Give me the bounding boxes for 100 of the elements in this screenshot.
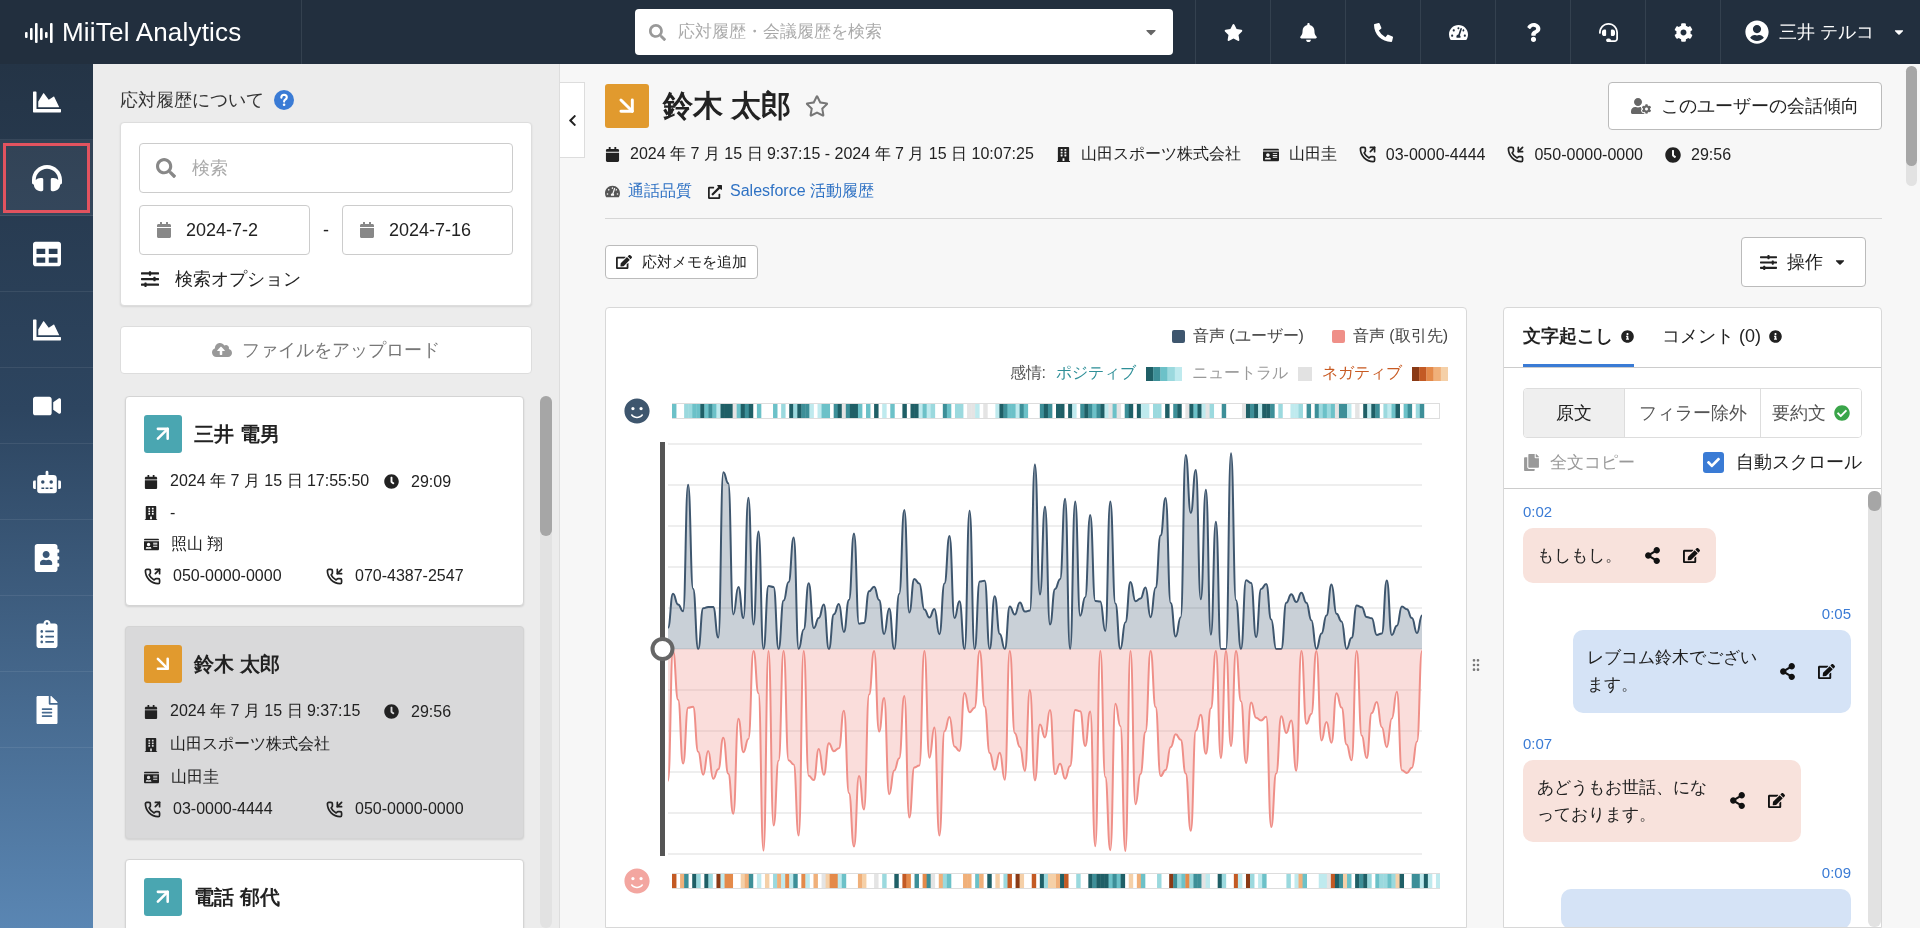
end-date-field[interactable]: 2024-7-16	[342, 205, 513, 255]
message-text: レブコム鈴木でございます。	[1587, 647, 1757, 697]
edit-button[interactable]	[1683, 547, 1700, 565]
share-icon	[1729, 792, 1746, 810]
call-datetime: 2024 年 7 月 15 日 9:37:15	[170, 701, 361, 721]
edit-icon	[616, 254, 632, 270]
call-duration: 29:56	[1691, 145, 1732, 164]
phone-incoming-icon	[1507, 146, 1525, 163]
date-separator: -	[323, 219, 329, 241]
clock-icon	[384, 474, 399, 489]
edit-icon	[1768, 792, 1785, 810]
call-card[interactable]: 電話 郁代	[125, 859, 524, 928]
favorite-star-icon[interactable]	[805, 94, 830, 118]
logo-icon	[24, 20, 54, 44]
edit-button[interactable]	[1768, 792, 1785, 810]
share-icon	[1779, 662, 1796, 680]
external-link[interactable]: Salesforce 活動履歴	[708, 181, 875, 202]
start-date-field[interactable]: 2024-7-2	[139, 205, 310, 255]
call-card[interactable]: 鈴木 太郎 2024 年 7 月 15 日 9:37:15 29:56 山田スポーツ株式会社 山田圭 03-0000-4444 050-0000-0000	[125, 626, 524, 839]
id-card-icon	[144, 770, 159, 785]
panel-title: 応対履歴について	[120, 89, 264, 112]
mode-tab[interactable]: 原文	[1524, 389, 1624, 437]
user-icon	[1631, 96, 1651, 116]
calendar-icon	[605, 147, 620, 162]
sentiment-legend-label: ポジティブ	[1056, 363, 1136, 383]
share-button[interactable]	[1644, 547, 1661, 565]
sentiment-legend-label: ニュートラル	[1192, 363, 1288, 383]
add-memo-button[interactable]: 応対メモを追加	[605, 245, 758, 279]
edit-button[interactable]	[1818, 662, 1835, 680]
search-icon	[156, 158, 176, 178]
user-menu[interactable]: 三井 テルコ	[1720, 0, 1920, 64]
phone-incoming-icon	[326, 567, 343, 585]
caller-name: 鈴木 太郎	[194, 651, 280, 677]
phone-number: 050-0000-0000	[173, 567, 282, 585]
avatar-icon	[1745, 20, 1769, 44]
scrollbar[interactable]	[540, 396, 552, 928]
gauge-icon	[1448, 22, 1468, 42]
star-icon	[1223, 22, 1243, 42]
history-search-field[interactable]: 検索	[139, 143, 513, 193]
transcript-tab[interactable]: 文字起こし	[1523, 308, 1634, 367]
call-duration: 29:09	[411, 472, 452, 491]
message-time[interactable]: 0:02	[1523, 503, 1553, 520]
scrollbar[interactable]	[1906, 66, 1917, 186]
auto-scroll-checkbox[interactable]	[1703, 451, 1724, 473]
call-duration: 29:56	[411, 702, 452, 721]
phone-number: 03-0000-4444	[1385, 145, 1486, 164]
settings-icon	[1673, 22, 1693, 42]
call-card[interactable]: 三井 電男 2024 年 7 月 15 日 17:55:50 29:09 - 照山 翔 050-0000-0000 070-4387-2547	[125, 396, 524, 606]
phone-outgoing-icon	[144, 800, 161, 818]
search-options-button[interactable]: 検索オプション	[139, 267, 513, 291]
share-button[interactable]	[1779, 662, 1796, 680]
search-input[interactable]: 応対履歴・会議履歴を検索	[676, 21, 1133, 43]
quality-link[interactable]: 通話品質	[605, 181, 692, 202]
conversation-trend-button[interactable]: このユーザーの会話傾向	[1608, 82, 1882, 130]
calendar-icon	[156, 222, 172, 238]
smile-icon	[624, 868, 650, 894]
cloud-upload-icon	[212, 340, 232, 360]
phone-number: 070-4387-2547	[355, 567, 464, 585]
building-icon	[144, 737, 158, 752]
share-icon	[1644, 547, 1661, 565]
legend-label: 音声 (ユーザー)	[1192, 326, 1304, 346]
sliders-icon	[141, 270, 159, 288]
caller-name: 電話 郁代	[194, 884, 280, 910]
mode-tab[interactable]: 要約文	[1760, 389, 1861, 437]
info-icon	[1769, 329, 1782, 343]
transcript-tab[interactable]: コメント (0)	[1662, 308, 1782, 367]
positive-scale-icon	[1146, 366, 1182, 381]
call-direction-icon	[144, 878, 182, 916]
phone-icon	[1373, 22, 1393, 42]
neutral-swatch-icon	[1298, 366, 1312, 381]
phone-incoming-icon	[326, 800, 343, 818]
address-book-icon	[32, 543, 61, 572]
id-card-icon	[1262, 146, 1279, 163]
phone-number: 050-0000-0000	[355, 800, 464, 818]
table-icon	[32, 239, 61, 268]
help-icon[interactable]	[274, 90, 294, 110]
scrollbar[interactable]	[1868, 491, 1881, 927]
message-time[interactable]: 0:07	[1523, 734, 1553, 752]
bell-icon	[1298, 22, 1318, 42]
caller-name: 三井 電男	[194, 421, 280, 447]
message-time[interactable]: 0:05	[1821, 605, 1851, 623]
phone-outgoing-icon	[1358, 146, 1376, 163]
call-datetime: 2024 年 7 月 15 日 17:55:50	[170, 471, 370, 491]
search-input[interactable]: 検索	[190, 156, 496, 180]
call-direction-icon	[144, 415, 182, 453]
external-link-icon	[708, 184, 722, 199]
edit-icon	[1683, 547, 1700, 565]
upload-button[interactable]: ファイルをアップロード	[120, 326, 532, 374]
actions-button[interactable]: 操作	[1741, 237, 1866, 287]
share-button[interactable]	[1729, 792, 1746, 810]
gauge-icon	[605, 184, 620, 199]
message-time[interactable]: 0:09	[1821, 863, 1851, 881]
sliders-icon	[1760, 253, 1777, 271]
headphones-nav-item[interactable]	[0, 140, 93, 216]
legend-label: 音声 (取引先)	[1352, 326, 1448, 346]
calendar-icon	[144, 474, 158, 489]
star-outline-icon	[805, 94, 830, 118]
search-field[interactable]: 応対履歴・会議履歴を検索	[635, 9, 1173, 55]
clock-icon	[384, 704, 399, 719]
building-icon	[1055, 147, 1071, 162]
